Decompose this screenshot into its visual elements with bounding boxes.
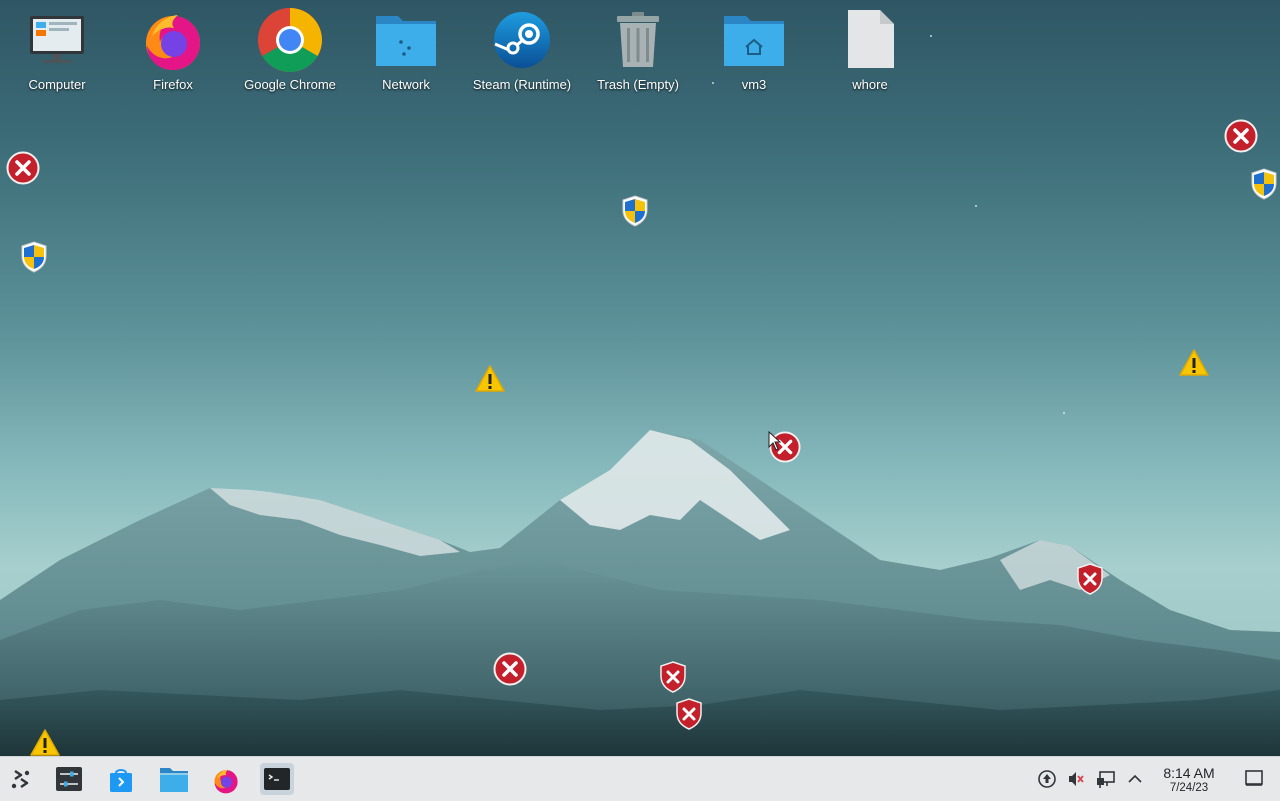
desktop-icon-label: Firefox [153, 77, 193, 92]
error-shield-icon [676, 698, 702, 730]
desktop-icon-google-chrome[interactable]: Google Chrome [235, 6, 345, 92]
desktop-icon-label: Trash (Empty) [597, 77, 679, 92]
computer-icon [22, 6, 92, 72]
chrome-icon [255, 6, 325, 72]
update-notifier-icon[interactable] [1037, 769, 1057, 789]
desktop-icon-firefox[interactable]: Firefox [118, 6, 228, 92]
error-icon [6, 151, 40, 185]
star [1063, 412, 1065, 414]
star [930, 35, 932, 37]
desktop-icon-label: Network [382, 77, 430, 92]
desktop-icon-label: Computer [28, 77, 86, 92]
taskbar-system-settings[interactable] [52, 763, 86, 795]
show-desktop-icon[interactable] [1244, 768, 1264, 788]
firefox-icon [138, 6, 208, 72]
desktop-icon-vm3[interactable]: vm3 [699, 6, 809, 92]
desktop-icon-computer[interactable]: Computer [2, 6, 112, 92]
system-settings-icon [56, 767, 82, 791]
uac-shield-icon [1251, 168, 1277, 200]
desktop-icon-label: Steam (Runtime) [472, 77, 572, 92]
taskbar: 8:14 AM 7/24/23 [0, 756, 1280, 801]
expand-tray-icon[interactable] [1125, 769, 1145, 789]
desktop-icon-label: whore [852, 77, 888, 92]
volume-muted-icon[interactable] [1066, 769, 1086, 789]
error-shield-icon [660, 661, 686, 693]
steam-icon [487, 6, 557, 72]
desktop-icon-label: Google Chrome [244, 77, 336, 92]
uac-shield-icon [21, 241, 47, 273]
error-icon [1224, 119, 1258, 153]
desktop-icon-label: vm3 [741, 77, 767, 92]
digital-clock[interactable]: 8:14 AM 7/24/23 [1150, 765, 1228, 795]
clock-time: 8:14 AM [1163, 765, 1215, 781]
network-icon[interactable] [1096, 769, 1116, 789]
warning-icon [1179, 349, 1209, 376]
taskbar-discover[interactable] [104, 763, 138, 795]
taskbar-dolphin[interactable] [156, 763, 190, 795]
warning-icon [475, 365, 505, 392]
application-launcher-button[interactable] [4, 763, 38, 795]
file-icon [835, 6, 905, 72]
desktop-wallpaper[interactable]: Computer Firefox Google Chrome Network S… [0, 0, 1280, 756]
desktop-icon-trash[interactable]: Trash (Empty) [583, 6, 693, 92]
home-folder-icon [719, 6, 789, 72]
application-launcher-icon [11, 769, 30, 789]
firefox-icon [214, 769, 238, 794]
error-icon [493, 652, 527, 686]
dolphin-files-icon [160, 768, 188, 792]
discover-store-icon [110, 769, 132, 792]
desktop-icon-steam[interactable]: Steam (Runtime) [467, 6, 577, 92]
error-shield-icon [1077, 563, 1103, 595]
warning-icon [30, 729, 60, 756]
network-folder-icon [371, 6, 441, 72]
star [975, 205, 977, 207]
desktop-icon-whore[interactable]: whore [815, 6, 925, 92]
mouse-cursor-icon [768, 431, 782, 451]
mountain-wallpaper [0, 430, 1280, 756]
taskbar-konsole[interactable] [260, 763, 294, 795]
trash-icon [603, 6, 673, 72]
uac-shield-icon [622, 195, 648, 227]
clock-date: 7/24/23 [1169, 782, 1209, 794]
taskbar-firefox[interactable] [208, 763, 242, 795]
desktop-icon-network[interactable]: Network [351, 6, 461, 92]
konsole-terminal-icon [264, 768, 290, 790]
